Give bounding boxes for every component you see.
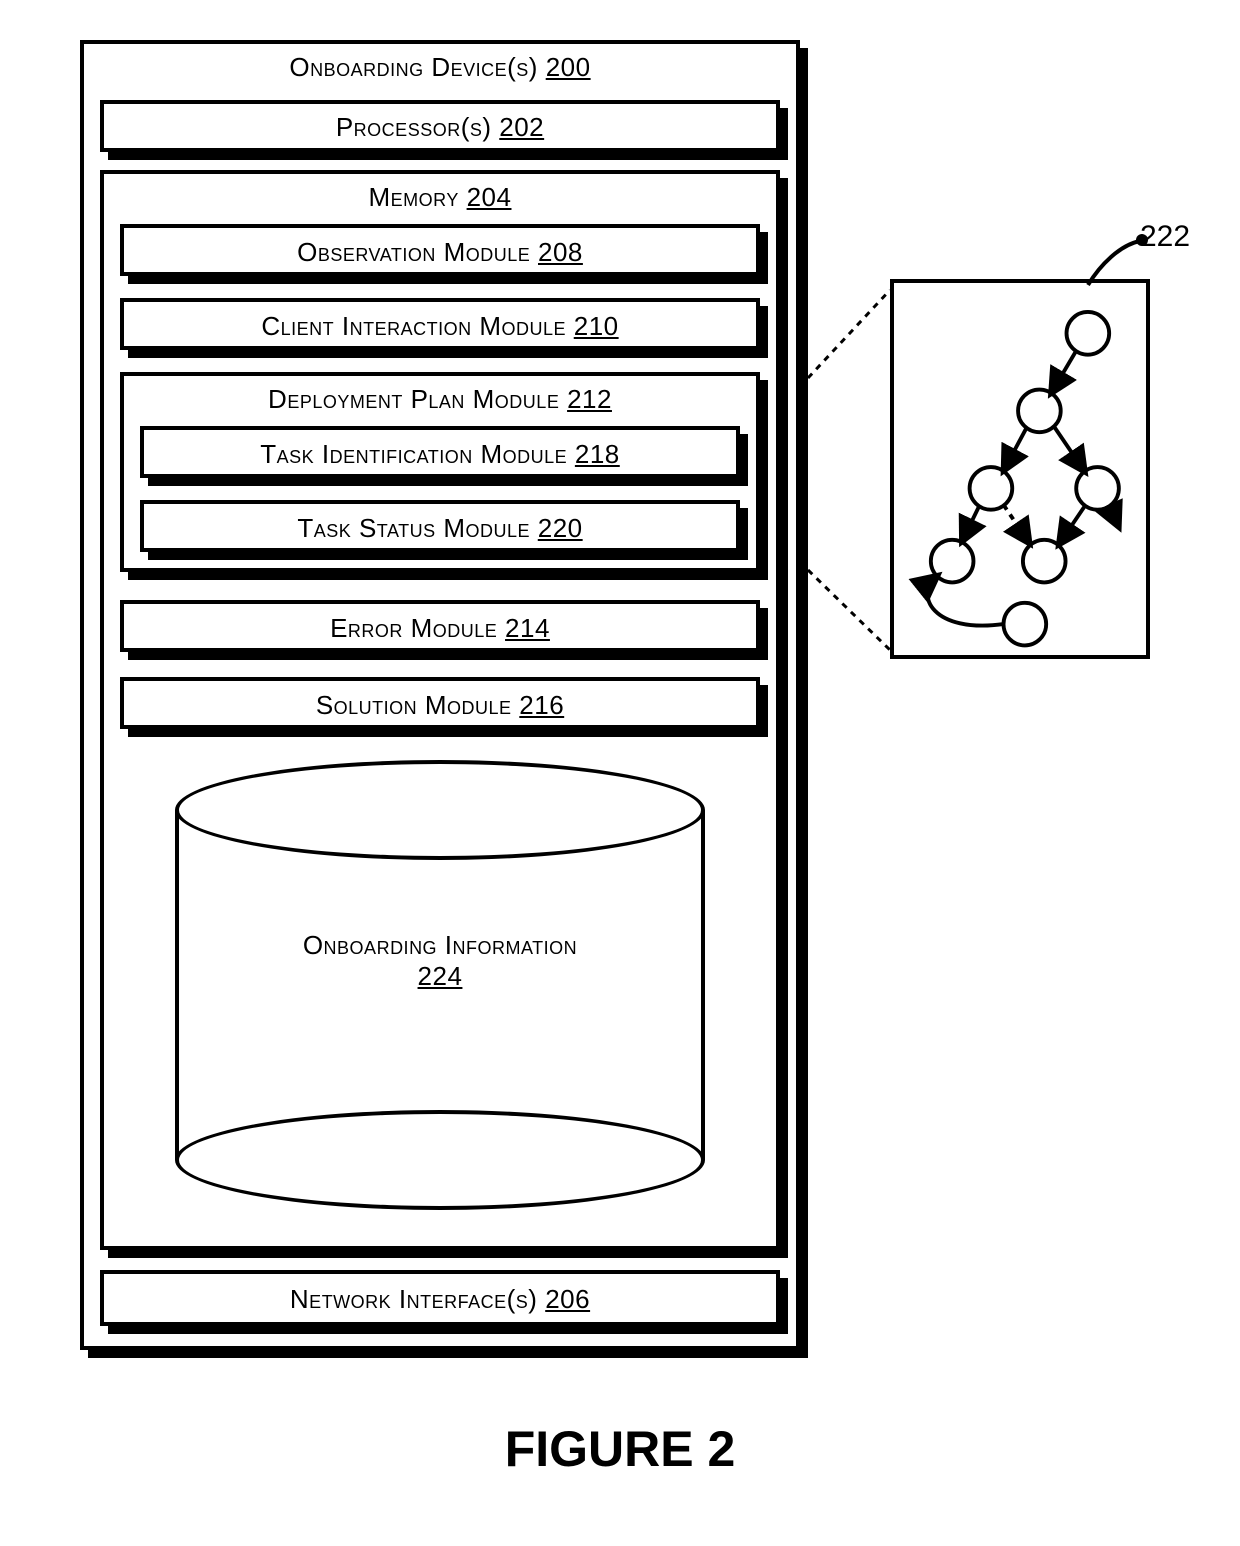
solution-module-num: 216 — [519, 690, 564, 720]
error-module-box: Error Module 214 — [120, 600, 760, 652]
memory-text: Memory — [369, 182, 459, 212]
memory-num: 204 — [467, 182, 512, 212]
onboarding-device-num: 200 — [546, 52, 591, 82]
processor-label: Processor(s) 202 — [104, 104, 776, 143]
error-module-text: Error Module — [330, 613, 497, 643]
client-interaction-module-label: Client Interaction Module 210 — [124, 302, 756, 342]
processor-text: Processor(s) — [336, 112, 492, 142]
task-identification-module-num: 218 — [575, 439, 620, 469]
task-identification-module-text: Task Identification Module — [260, 439, 567, 469]
client-interaction-module-num: 210 — [574, 311, 619, 341]
network-interface-text: Network Interface(s) — [290, 1284, 538, 1314]
deployment-plan-module-label: Deployment Plan Module 212 — [124, 384, 756, 415]
network-interface-box: Network Interface(s) 206 — [100, 1270, 780, 1326]
onboarding-information-cylinder: Onboarding Information 224 — [175, 760, 705, 1210]
memory-label: Memory 204 — [104, 182, 776, 213]
onboarding-information-num: 224 — [418, 961, 463, 991]
callout-connector-lines — [790, 270, 900, 670]
task-identification-module-label: Task Identification Module 218 — [144, 430, 736, 470]
tree-callout-box — [890, 279, 1150, 659]
diagram-canvas: Onboarding Device(s) 200 Processor(s) 20… — [20, 40, 1220, 1506]
solution-module-box: Solution Module 216 — [120, 677, 760, 729]
network-interface-label: Network Interface(s) 206 — [104, 1274, 776, 1315]
task-status-module-box: Task Status Module 220 — [140, 500, 740, 552]
onboarding-device-label: Onboarding Device(s) 200 — [84, 52, 796, 83]
task-status-module-label: Task Status Module 220 — [144, 504, 736, 544]
error-module-num: 214 — [505, 613, 550, 643]
observation-module-box: Observation Module 208 — [120, 224, 760, 276]
deployment-plan-module-text: Deployment Plan Module — [268, 384, 559, 414]
solution-module-text: Solution Module — [316, 690, 512, 720]
observation-module-label: Observation Module 208 — [124, 228, 756, 268]
error-module-label: Error Module 214 — [124, 604, 756, 644]
client-interaction-module-box: Client Interaction Module 210 — [120, 298, 760, 350]
onboarding-device-text: Onboarding Device(s) — [289, 52, 538, 82]
processor-num: 202 — [499, 112, 544, 142]
solution-module-label: Solution Module 216 — [124, 681, 756, 721]
cylinder-top — [175, 760, 705, 860]
network-interface-num: 206 — [545, 1284, 590, 1314]
onboarding-information-label: Onboarding Information 224 — [175, 930, 705, 992]
task-identification-module-box: Task Identification Module 218 — [140, 426, 740, 478]
deployment-plan-module-num: 212 — [567, 384, 612, 414]
client-interaction-module-text: Client Interaction Module — [261, 311, 566, 341]
task-status-module-text: Task Status Module — [297, 513, 530, 543]
figure-caption: FIGURE 2 — [20, 1420, 1220, 1478]
observation-module-num: 208 — [538, 237, 583, 267]
onboarding-information-text: Onboarding Information — [303, 930, 577, 960]
task-status-module-num: 220 — [538, 513, 583, 543]
observation-module-text: Observation Module — [297, 237, 530, 267]
processor-box: Processor(s) 202 — [100, 100, 780, 152]
callout-number: 222 — [1140, 220, 1190, 254]
tree-diagram-icon — [894, 283, 1146, 655]
